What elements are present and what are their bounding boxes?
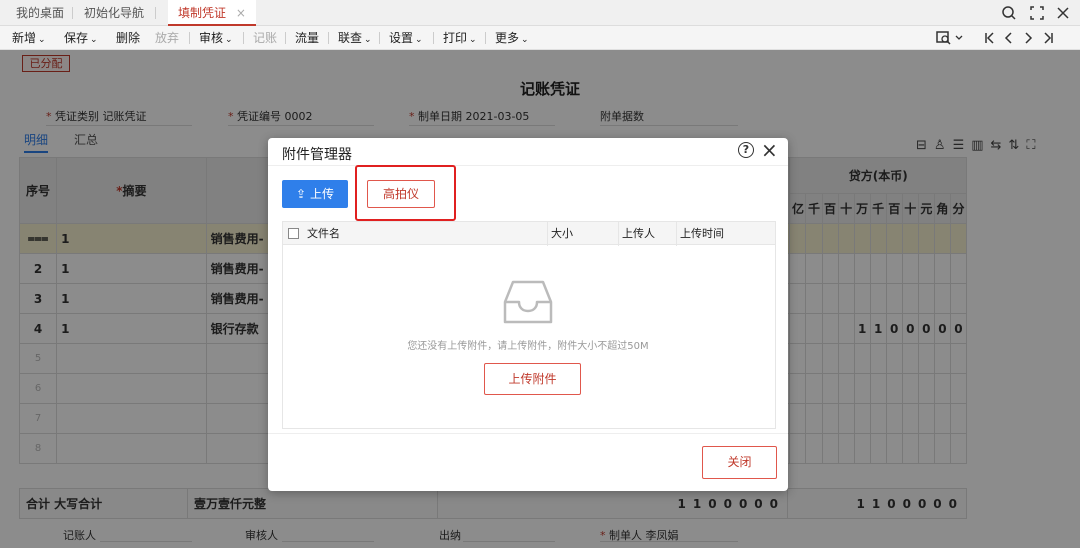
tab-fill-voucher[interactable]: 填制凭证 × [168,0,256,26]
select-all-checkbox[interactable] [288,228,299,239]
discard-button[interactable]: 放弃 [155,26,179,50]
empty-message: 您还没有上传附件，请上传附件，附件大小不超过50M [407,341,649,352]
chevron-down-icon: ⌄ [469,35,477,45]
new-label: 新增 [12,31,37,45]
toolbar-divider [243,32,244,44]
audit-button[interactable]: 审核 ⌄ [199,26,233,50]
link-query-label: 联查 [338,31,363,45]
tab-label: 填制凭证 [178,6,227,20]
next-page-icon[interactable] [1020,30,1036,46]
upload-label: 上传 [309,187,334,201]
new-button[interactable]: 新增 ⌄ [12,26,46,50]
toolbar-divider [285,32,286,44]
more-label: 更多 [495,31,520,45]
toolbar-divider [433,32,434,44]
delete-button[interactable]: 删除 [116,26,140,50]
find-voucher-icon[interactable] [936,30,966,46]
col-divider [547,222,548,246]
col-uploader: 上传人 [622,227,655,240]
prev-page-icon[interactable] [1001,30,1017,46]
dialog-title: 附件管理器 [282,147,352,163]
help-icon[interactable]: ? [738,142,754,158]
settings-label: 设置 [389,31,414,45]
col-size: 大小 [551,227,573,240]
col-upload-time: 上传时间 [680,227,724,240]
col-filename: 文件名 [307,227,340,240]
tab-divider [155,7,156,19]
attachment-table-header: 文件名 大小 上传人 上传时间 [282,221,776,246]
print-button[interactable]: 打印 ⌄ [443,26,477,50]
tab-init-guide[interactable]: 初始化导航 [84,0,144,26]
tab-close-icon[interactable]: × [236,6,246,20]
chevron-down-icon: ⌄ [225,35,233,45]
audit-label: 审核 [199,31,224,45]
save-button[interactable]: 保存 ⌄ [64,26,98,50]
tab-divider [72,7,73,19]
link-query-button[interactable]: 联查 ⌄ [338,26,372,50]
maximize-icon[interactable] [1029,5,1045,21]
chevron-down-icon: ⌄ [415,35,423,45]
upload-icon: ⇪ [296,187,307,201]
settings-button[interactable]: 设置 ⌄ [389,26,423,50]
col-divider [618,222,619,246]
more-button[interactable]: 更多 ⌄ [495,26,529,50]
high-speed-scanner-button[interactable]: 高拍仪 [367,180,435,208]
attachment-manager-dialog: 附件管理器 ? × ⇪ 上传 高拍仪 文件名 大小 上传人 上传时间 您还没有上… [268,138,788,491]
print-label: 打印 [443,31,468,45]
empty-inbox-icon [503,280,553,324]
close-window-icon[interactable] [1055,5,1071,21]
tab-my-desktop[interactable]: 我的桌面 [16,0,64,26]
toolbar: 新增 ⌄ 保存 ⌄ 删除 放弃 审核 ⌄ 记账 流量 联查 ⌄ 设置 ⌄ 打印 ⌄ 更多 ⌄ [0,26,1080,50]
close-button[interactable]: 关闭 [702,446,777,479]
toolbar-divider [379,32,380,44]
chevron-down-icon: ⌄ [521,35,529,45]
search-icon[interactable] [1001,5,1017,21]
dialog-footer-divider [268,433,788,434]
close-icon[interactable]: × [761,138,778,162]
cashflow-button[interactable]: 流量 [295,26,319,50]
tab-bar: 我的桌面 初始化导航 填制凭证 × [0,0,1080,26]
toolbar-divider [328,32,329,44]
chevron-down-icon: ⌄ [90,35,98,45]
save-label: 保存 [64,31,89,45]
upload-button[interactable]: ⇪ 上传 [282,180,348,208]
toolbar-divider [485,32,486,44]
upload-attachment-button[interactable]: 上传附件 [484,363,581,395]
toolbar-divider [189,32,190,44]
chevron-down-icon: ⌄ [38,35,46,45]
chevron-down-icon: ⌄ [364,35,372,45]
dialog-divider [268,165,788,166]
post-button[interactable]: 记账 [253,26,277,50]
first-page-icon[interactable] [982,30,998,46]
last-page-icon[interactable] [1040,30,1056,46]
col-divider [676,222,677,246]
